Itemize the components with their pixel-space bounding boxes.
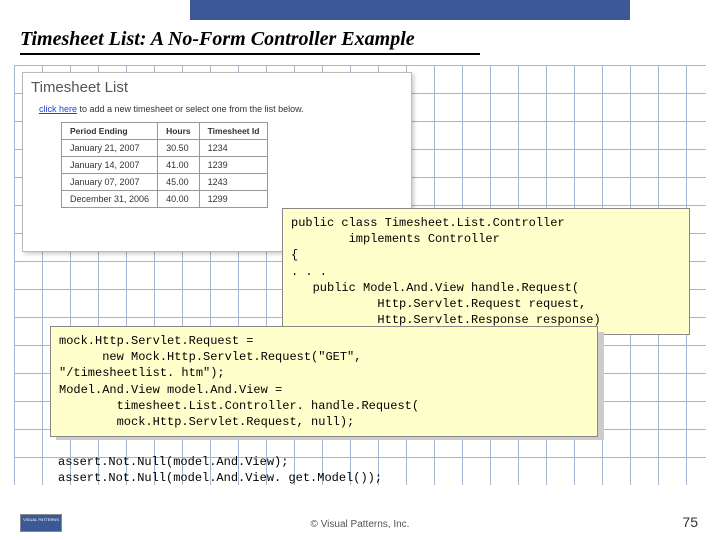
cell-id: 1234 xyxy=(199,140,268,157)
cell-id: 1299 xyxy=(199,191,268,208)
cell-period: December 31, 2006 xyxy=(62,191,158,208)
code-snippet-controller: public class Timesheet.List.Controller i… xyxy=(282,208,690,335)
col-period-ending: Period Ending xyxy=(62,123,158,140)
add-timesheet-link[interactable]: click here xyxy=(39,104,77,114)
cell-id: 1243 xyxy=(199,174,268,191)
table-row: January 07, 2007 45.00 1243 xyxy=(62,174,268,191)
code-snippet-asserts: assert.Not.Null(model.And.View); assert.… xyxy=(50,448,598,492)
cell-hours: 45.00 xyxy=(158,174,200,191)
cell-id: 1239 xyxy=(199,157,268,174)
code-snippet-mock-request: mock.Http.Servlet.Request = new Mock.Htt… xyxy=(50,326,598,437)
screenshot-subtext: click here to add a new timesheet or sel… xyxy=(39,104,403,114)
col-timesheet-id: Timesheet Id xyxy=(199,123,268,140)
table-row: January 21, 2007 30.50 1234 xyxy=(62,140,268,157)
cell-period: January 21, 2007 xyxy=(62,140,158,157)
table-header-row: Period Ending Hours Timesheet Id xyxy=(62,123,268,140)
screenshot-subtext-rest: to add a new timesheet or select one fro… xyxy=(77,104,304,114)
footer-copyright: © Visual Patterns, Inc. xyxy=(0,519,720,530)
page-number: 75 xyxy=(682,514,698,530)
cell-hours: 41.00 xyxy=(158,157,200,174)
header-accent-bar xyxy=(190,0,630,20)
cell-hours: 40.00 xyxy=(158,191,200,208)
cell-period: January 14, 2007 xyxy=(62,157,158,174)
col-hours: Hours xyxy=(158,123,200,140)
cell-hours: 30.50 xyxy=(158,140,200,157)
timesheet-table: Period Ending Hours Timesheet Id January… xyxy=(61,122,268,208)
slide-title: Timesheet List: A No-Form Controller Exa… xyxy=(20,28,480,55)
cell-period: January 07, 2007 xyxy=(62,174,158,191)
table-row: January 14, 2007 41.00 1239 xyxy=(62,157,268,174)
screenshot-heading: Timesheet List xyxy=(31,79,403,96)
table-row: December 31, 2006 40.00 1299 xyxy=(62,191,268,208)
